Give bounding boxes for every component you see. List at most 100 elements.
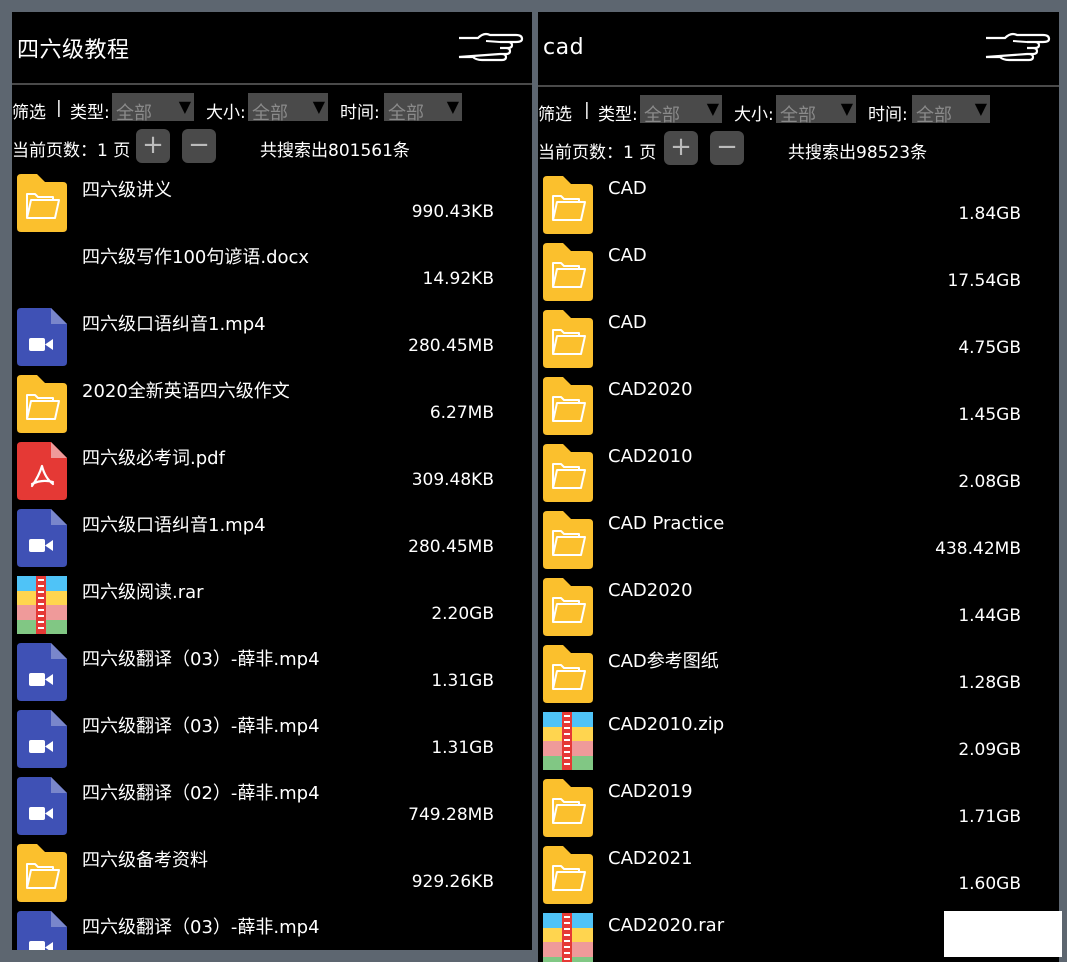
type-dropdown[interactable]: 全部 ▼ [640,95,722,126]
file-name: CAD2020.rar [608,915,725,936]
file-list-item[interactable]: CAD2020 1.44GB [538,574,1059,641]
file-list-item[interactable]: CAD2020 1.45GB [538,373,1059,440]
dropdown-arrow-icon: ▼ [178,97,191,116]
next-page-button[interactable]: + [664,131,698,165]
file-name: CAD2021 [608,848,693,869]
dropdown-arrow-icon: ▼ [974,99,987,118]
dropdown-arrow-icon: ▼ [312,97,325,116]
file-size: 1.45GB [958,405,1021,425]
time-label: 时间: [868,105,908,125]
video-file-icon [15,308,67,366]
archive-file-icon [541,913,593,962]
time-dropdown[interactable]: 全部 ▼ [912,95,990,126]
file-list-item[interactable]: 2020全新英语四六级作文 6.27MB [12,371,532,438]
type-label: 类型: [70,103,110,123]
file-size: 2.09GB [958,740,1021,760]
file-size: 14.92KB [422,269,494,289]
file-size: 2.20GB [431,604,494,624]
prev-page-button[interactable]: − [710,131,744,165]
file-name: 四六级翻译（03）-薛非.mp4 [82,917,320,938]
video-file-icon [15,710,67,768]
file-list-item[interactable]: CAD 4.75GB [538,306,1059,373]
file-name: 四六级口语纠音1.mp4 [82,314,266,335]
search-title: cad [543,35,585,60]
file-name: CAD2020 [608,580,693,601]
file-size: 990.43KB [411,202,494,222]
file-list-item[interactable]: CAD2019 1.71GB [538,775,1059,842]
dropdown-arrow-icon: ▼ [446,97,459,116]
file-list-item[interactable]: 四六级翻译（03）-薛非.mp4 1.31GB [12,706,532,773]
file-list-item[interactable]: 四六级口语纠音1.mp4 280.45MB [12,505,532,572]
file-size: 2.08GB [958,472,1021,492]
next-page-button[interactable]: + [136,129,170,163]
dropdown-arrow-icon: ▼ [840,99,853,118]
file-size: 309.48KB [411,470,494,490]
folder-icon [541,779,593,837]
file-size: 1.31GB [431,738,494,758]
folder-icon [15,844,67,902]
folder-icon [541,310,593,368]
file-size: 1.44GB [958,606,1021,626]
type-dropdown[interactable]: 全部 ▼ [112,93,194,124]
type-label: 类型: [598,105,638,125]
pager: 当前页数：1 页 + − 共搜索出801561条 [12,127,532,165]
file-name: 四六级讲义 [82,180,172,201]
filter-separator: | [56,98,62,118]
file-name: 四六级翻译（03）-薛非.mp4 [82,649,320,670]
file-size: 4.75GB [958,338,1021,358]
pointing-hand-icon[interactable] [983,29,1055,63]
file-size: 749.28MB [408,805,494,825]
file-size: 17.54GB [947,271,1021,291]
file-list-item[interactable]: 四六级翻译（03）-薛非.mp4 1.31GB [12,639,532,706]
folder-icon [541,846,593,904]
file-name: 四六级翻译（03）-薛非.mp4 [82,716,320,737]
file-name: 四六级备考资料 [82,850,208,871]
search-title: 四六级教程 [17,38,130,63]
video-file-icon [15,509,67,567]
file-size: 6.27MB [429,403,494,423]
file-list-item[interactable]: CAD2021 1.60GB [538,842,1059,909]
file-name: 四六级必考词.pdf [82,448,225,469]
file-name: CAD [608,245,647,266]
size-label: 大小: [206,103,246,123]
result-count: 共搜索出98523条 [788,143,928,163]
file-name: 四六级阅读.rar [82,582,204,603]
file-list-item[interactable]: 四六级翻译（03）-薛非.mp4 [12,907,532,950]
file-name: CAD2010 [608,446,693,467]
file-name: CAD参考图纸 [608,651,719,672]
file-list-item[interactable]: CAD2010 2.08GB [538,440,1059,507]
file-list-item[interactable]: CAD参考图纸 1.28GB [538,641,1059,708]
filter-bar: 筛选 | 类型: 全部 ▼ 大小: 全部 ▼ 时间: 全部 ▼ [538,93,1059,129]
filter-label: 筛选 [12,103,46,123]
pdf-file-icon [15,442,67,500]
file-list-item[interactable]: CAD 1.84GB [538,172,1059,239]
file-size: 280.45MB [408,537,494,557]
archive-file-icon [541,712,593,770]
prev-page-button[interactable]: − [182,129,216,163]
size-dropdown[interactable]: 全部 ▼ [248,93,328,124]
time-label: 时间: [340,103,380,123]
file-list-item[interactable]: 四六级写作100句谚语.docx 14.92KB [12,237,532,304]
pointing-hand-icon[interactable] [456,29,528,63]
file-list: CAD 1.84GB CAD 17.54GB CAD 4.75GB CAD2020 1.45G… [538,172,1059,962]
result-count: 共搜索出801561条 [260,141,410,161]
file-list-item[interactable]: 四六级讲义 990.43KB [12,170,532,237]
file-list-item[interactable]: 四六级必考词.pdf 309.48KB [12,438,532,505]
size-dropdown[interactable]: 全部 ▼ [776,95,856,126]
file-name: 2020全新英语四六级作文 [82,381,290,402]
file-list-item[interactable]: CAD2010.zip 2.09GB [538,708,1059,775]
file-list-item[interactable]: 四六级口语纠音1.mp4 280.45MB [12,304,532,371]
filter-label: 筛选 [538,105,572,125]
file-list-item[interactable]: CAD Practice 438.42MB [538,507,1059,574]
file-name: CAD Practice [608,513,725,534]
file-list-item[interactable]: CAD 17.54GB [538,239,1059,306]
file-list-item[interactable]: 四六级备考资料 929.26KB [12,840,532,907]
file-list-item[interactable]: 四六级阅读.rar 2.20GB [12,572,532,639]
file-list-item[interactable]: 四六级翻译（02）-薛非.mp4 749.28MB [12,773,532,840]
file-name: CAD2010.zip [608,714,725,735]
folder-icon [541,243,593,301]
time-dropdown[interactable]: 全部 ▼ [384,93,462,124]
file-size: 1.84GB [958,204,1021,224]
file-size: 438.42MB [935,539,1021,559]
filter-bar: 筛选 | 类型: 全部 ▼ 大小: 全部 ▼ 时间: 全部 ▼ [12,91,532,127]
